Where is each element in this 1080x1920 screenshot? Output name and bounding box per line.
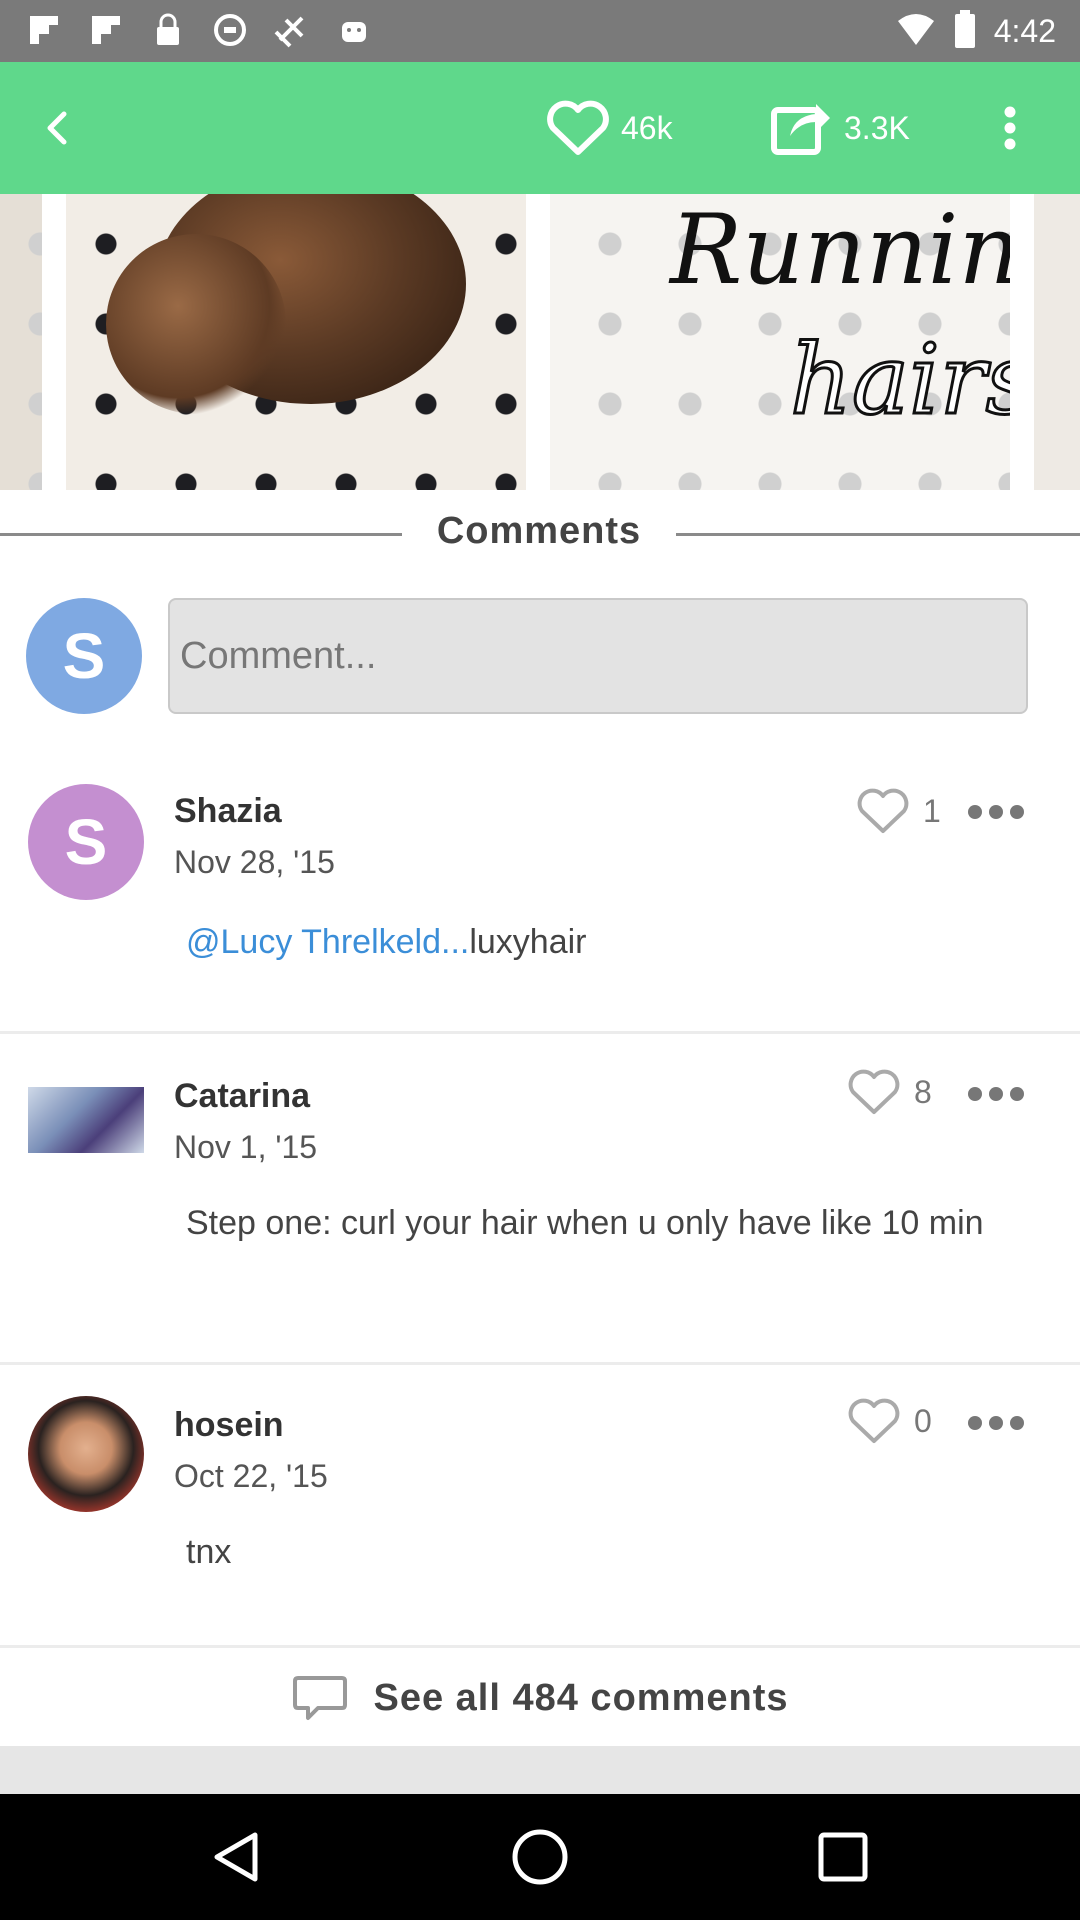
pin-toolbar: 46k 3.3K xyxy=(0,62,1080,194)
like-count: 1 xyxy=(923,792,941,829)
comment-username[interactable]: hosein xyxy=(174,1406,284,1445)
share-icon xyxy=(771,104,830,155)
nav-recents-button[interactable] xyxy=(808,1822,878,1892)
notification-icons xyxy=(24,10,374,50)
arrow-left-icon xyxy=(47,111,67,145)
like-button[interactable]: 46k xyxy=(545,98,673,158)
comment-date: Oct 22, '15 xyxy=(174,1458,328,1494)
like-count: 8 xyxy=(914,1073,932,1110)
more-horizontal-icon xyxy=(968,1087,982,1101)
flipboard-icon xyxy=(86,10,126,50)
pin-image[interactable]: Running hairs xyxy=(0,194,1080,490)
status-bar: 4:42 xyxy=(0,0,1080,62)
comment-item: S Shazia Nov 28, '15 1 @Lucy Threlkeld..… xyxy=(0,762,1080,1034)
like-count: 0 xyxy=(914,1402,932,1439)
heart-outline-icon xyxy=(848,1398,900,1443)
heart-outline-icon xyxy=(848,1069,900,1114)
avatar[interactable]: S xyxy=(28,784,144,900)
heart-icon xyxy=(547,100,609,155)
see-all-label: See all 484 comments xyxy=(373,1676,789,1719)
lock-icon xyxy=(148,10,188,50)
comment-bubble-icon xyxy=(292,1676,347,1720)
divider xyxy=(676,533,1080,536)
wifi-icon xyxy=(896,11,936,52)
comment-date: Nov 1, '15 xyxy=(174,1129,318,1165)
comment-item: hosein Oct 22, '15 0 tnx xyxy=(0,1368,1080,1648)
system-nav-bar xyxy=(0,1794,1080,1920)
comment-item: Catarina Nov 1, '15 8 Step one: curl you… xyxy=(0,1037,1080,1365)
comment-text: Step one: curl your hair when u only hav… xyxy=(186,1204,984,1242)
share-button[interactable]: 3.3K xyxy=(770,98,910,158)
comments-header: Comments xyxy=(0,510,1080,558)
likes-count: 46k xyxy=(621,109,673,146)
avatar[interactable] xyxy=(28,1396,144,1512)
image-tile xyxy=(0,194,42,490)
satellite-icon xyxy=(272,10,312,50)
battery-icon xyxy=(954,10,976,53)
android-icon xyxy=(334,10,374,50)
comment-options-button[interactable] xyxy=(968,1413,1024,1433)
footer-band xyxy=(0,1746,1080,1794)
section-title: Comments xyxy=(436,510,642,552)
divider xyxy=(0,533,402,536)
overflow-menu-button[interactable] xyxy=(980,98,1040,158)
sync-icon xyxy=(210,10,250,50)
nav-home-button[interactable] xyxy=(505,1822,575,1892)
more-horizontal-icon xyxy=(968,805,982,819)
shares-count: 3.3K xyxy=(844,109,910,146)
title-photo: Running hairs xyxy=(550,194,1010,490)
comment-username[interactable]: Shazia xyxy=(174,792,282,831)
user-mention-link[interactable]: @Lucy Threlkeld... xyxy=(186,923,469,961)
flipboard-icon xyxy=(24,10,64,50)
comment-text: tnx xyxy=(186,1533,232,1571)
hair-photo xyxy=(66,194,526,490)
image-overlay-text: hairs xyxy=(789,323,1010,438)
square-recents-icon xyxy=(818,1832,868,1882)
image-tile xyxy=(1034,194,1080,490)
system-status: 4:42 xyxy=(896,10,1056,53)
comment-input[interactable] xyxy=(168,598,1028,714)
circle-home-icon xyxy=(512,1829,568,1885)
nav-back-button[interactable] xyxy=(202,1822,272,1892)
comment-like-button[interactable]: 0 xyxy=(846,1396,932,1446)
triangle-back-icon xyxy=(214,1832,258,1882)
comment-options-button[interactable] xyxy=(968,1084,1024,1104)
heart-outline-icon xyxy=(857,788,909,833)
clock: 4:42 xyxy=(993,13,1056,49)
back-button[interactable] xyxy=(28,98,88,158)
comment-text: @Lucy Threlkeld...luxyhair xyxy=(186,923,587,961)
current-user-avatar: S xyxy=(26,598,142,714)
see-all-comments-button[interactable]: See all 484 comments xyxy=(0,1650,1080,1746)
comment-like-button[interactable]: 1 xyxy=(855,786,941,836)
more-horizontal-icon xyxy=(968,1416,982,1430)
comment-username[interactable]: Catarina xyxy=(174,1077,310,1116)
comment-like-button[interactable]: 8 xyxy=(846,1067,932,1117)
image-overlay-text: Running xyxy=(670,194,1010,306)
comment-date: Nov 28, '15 xyxy=(174,844,335,880)
more-vertical-icon xyxy=(1004,106,1016,150)
avatar[interactable] xyxy=(28,1087,144,1153)
comment-options-button[interactable] xyxy=(968,802,1024,822)
